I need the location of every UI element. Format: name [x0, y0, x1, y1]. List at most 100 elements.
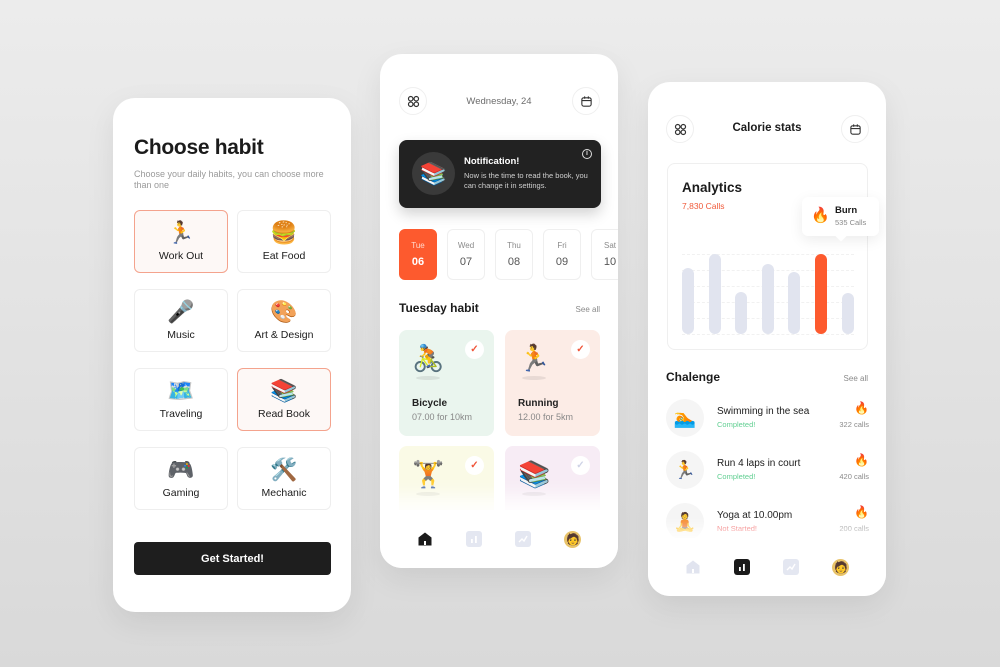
nav-trend[interactable]: [783, 559, 800, 575]
day-name: Sat: [603, 241, 616, 250]
habit-icon: 🏃: [518, 343, 551, 373]
microphone-icon: 🎤: [167, 299, 195, 324]
home-icon: [686, 560, 700, 574]
fire-icon: 🔥: [811, 207, 830, 224]
challenge-icon: 🏊: [666, 399, 704, 437]
habit-card[interactable]: 🏃 ✓ Running 12.00 for 5km: [505, 330, 600, 436]
habit-option[interactable]: 🛠️ Mechanic: [237, 447, 331, 510]
day-chip[interactable]: Thu 08: [495, 229, 533, 280]
habit-option[interactable]: 🎮 Gaming: [134, 447, 228, 510]
nav-home[interactable]: [685, 559, 701, 575]
info-icon[interactable]: i: [582, 149, 592, 159]
day-name: Fri: [557, 241, 567, 250]
day-number: 10: [603, 256, 617, 268]
calendar-button[interactable]: [841, 115, 869, 143]
habit-option[interactable]: 🎨 Art & Design: [237, 289, 331, 352]
palette-icon: 🎨: [270, 299, 298, 324]
fire-icon: 🔥: [854, 401, 869, 415]
calendar-icon: [580, 95, 592, 107]
chart-bar[interactable]: [682, 267, 694, 334]
chart-bar[interactable]: [761, 263, 774, 334]
habit-detail: 07.00 for 10km: [412, 412, 473, 422]
nav-home[interactable]: [417, 531, 433, 547]
day-number: 08: [507, 256, 521, 268]
check-icon[interactable]: ✓: [571, 340, 590, 359]
see-all-link[interactable]: See all: [844, 374, 868, 383]
challenge-item[interactable]: 🏃 Run 4 laps in court Completed! 🔥 420 calls: [666, 447, 869, 499]
day-chip[interactable]: Wed 07: [447, 229, 485, 280]
challenge-name: Run 4 laps in court: [717, 458, 801, 469]
trend-icon: [786, 563, 796, 571]
day-chip[interactable]: Sat 10: [591, 229, 618, 280]
icon-shadow: [416, 376, 440, 380]
profile-avatar[interactable]: 🧑: [564, 530, 582, 548]
habit-option[interactable]: 🗺️ Traveling: [134, 368, 228, 431]
chart-bar[interactable]: [735, 292, 748, 334]
tooltip-arrow: [835, 230, 847, 242]
challenge-calls: 322 calls: [839, 420, 869, 429]
home-icon: [418, 532, 432, 546]
habit-icon: 🚴: [412, 343, 445, 373]
habit-option[interactable]: 🍔 Eat Food: [237, 210, 331, 273]
habit-icon: 📚: [518, 459, 551, 489]
chart-bar[interactable]: [841, 293, 854, 334]
bar-chart-icon: [738, 564, 745, 571]
notification-title: Notification!: [464, 156, 520, 167]
page-subtitle: Choose your daily habits, you can choose…: [134, 169, 324, 190]
profile-avatar[interactable]: 🧑: [832, 558, 850, 576]
day-chip[interactable]: Tue 06: [399, 229, 437, 280]
challenge-status: Not Started!: [717, 524, 758, 533]
chart-bar[interactable]: [788, 271, 801, 334]
icon-shadow: [522, 492, 546, 496]
check-icon[interactable]: ✓: [465, 456, 484, 475]
day-name: Wed: [457, 241, 475, 250]
calorie-stats-screen: Calorie stats Analytics 7,830 Calls 🔥 Bu…: [648, 82, 886, 596]
habit-option[interactable]: 📚 Read Book: [237, 368, 331, 431]
check-icon[interactable]: ✓: [465, 340, 484, 359]
section-title: Chalenge: [666, 370, 721, 384]
section-title: Tuesday habit: [399, 301, 479, 315]
habit-label: Gaming: [162, 487, 200, 499]
nav-trend[interactable]: [515, 531, 532, 547]
notification-card[interactable]: 📚 Notification! Now is the time to read …: [399, 140, 601, 208]
day-number: 09: [555, 256, 569, 268]
icon-shadow: [522, 376, 546, 380]
nav-stats[interactable]: [733, 559, 750, 575]
habit-label: Traveling: [159, 408, 203, 420]
gridline: [682, 334, 854, 335]
habit-icon: 🏋️: [412, 459, 445, 489]
chart-bar[interactable]: [708, 254, 721, 334]
fire-icon: 🔥: [854, 453, 869, 467]
burn-tooltip: 🔥 Burn 535 Calls: [802, 197, 879, 242]
calendar-button[interactable]: [572, 87, 600, 115]
books-icon: 📚: [270, 378, 298, 403]
tooltip-title: Burn: [835, 205, 858, 216]
check-icon[interactable]: ✓: [571, 456, 590, 475]
books-icon: 📚: [412, 152, 455, 195]
chart-bar[interactable]: [815, 254, 827, 334]
analytics-title: Analytics: [682, 180, 743, 195]
habit-card[interactable]: 🚴 ✓ Bicycle 07.00 for 10km: [399, 330, 494, 436]
gamepad-icon: 🎮: [167, 457, 195, 482]
challenge-icon: 🧘: [666, 503, 704, 541]
habit-option[interactable]: 🏃 Work Out: [134, 210, 228, 273]
page-title: Choose habit: [134, 136, 264, 159]
trend-icon: [518, 535, 528, 543]
get-started-button[interactable]: Get Started!: [134, 542, 331, 575]
habit-option[interactable]: 🎤 Music: [134, 289, 228, 352]
day-number: 07: [459, 256, 473, 268]
challenge-name: Swimming in the sea: [717, 406, 810, 417]
day-chip[interactable]: Fri 09: [543, 229, 581, 280]
notification-text: Now is the time to read the book, you ca…: [464, 171, 588, 190]
habit-label: Art & Design: [254, 329, 314, 341]
challenge-item[interactable]: 🏊 Swimming in the sea Completed! 🔥 322 calls: [666, 395, 869, 447]
see-all-link[interactable]: See all: [576, 305, 600, 314]
habit-label: Music: [167, 329, 195, 341]
burger-icon: 🍔: [270, 220, 298, 245]
day-selector: Tue 06 Wed 07 Thu 08 Fri 09 Sat 10: [399, 229, 618, 280]
nav-stats[interactable]: [465, 531, 482, 547]
habit-label: Work Out: [158, 250, 204, 262]
day-name: Tue: [411, 241, 425, 250]
habit-detail: 12.00 for 5km: [518, 412, 574, 422]
bar-chart-icon: [470, 536, 477, 543]
